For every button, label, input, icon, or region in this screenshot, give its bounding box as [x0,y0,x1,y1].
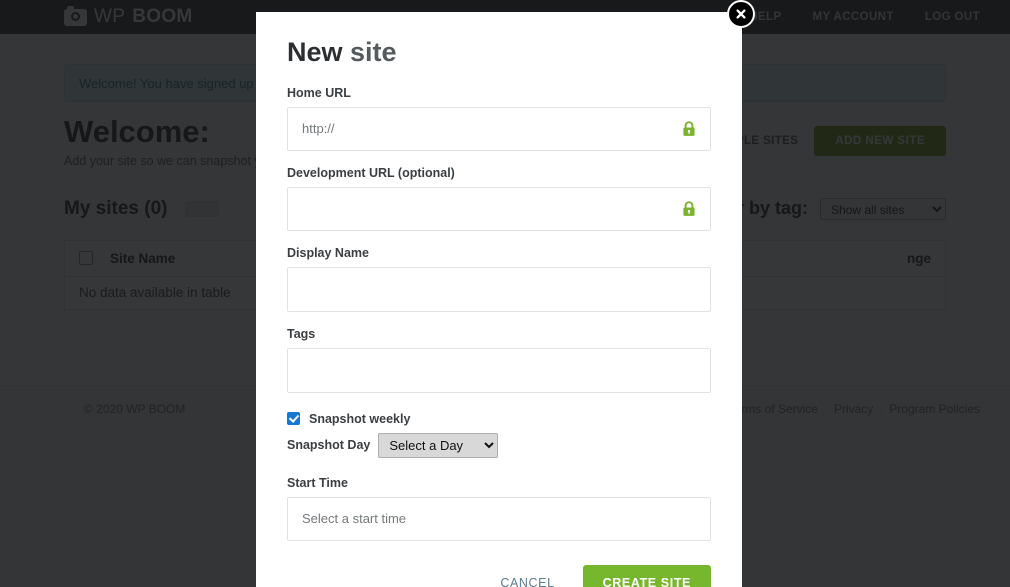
modal-title-rest: site [342,37,397,67]
input-wrap-display-name [287,266,711,312]
modal-title: New site [287,37,711,68]
field-home-url: Home URL [287,86,711,151]
lock-icon [681,200,697,217]
label-home-url: Home URL [287,85,351,100]
modal-actions: CANCEL CREATE SITE [287,564,711,587]
label-dev-url: Development URL (optional) [287,165,455,180]
display-name-input[interactable] [288,267,710,311]
modal-title-bold: New [287,37,343,67]
input-wrap-home-url [287,106,711,151]
snapshot-day-row: Snapshot Day Select a Day [287,432,711,458]
label-tags: Tags [287,326,316,341]
snapshot-weekly-checkbox[interactable] [287,412,300,426]
snapshot-weekly-label: Snapshot weekly [309,411,411,426]
field-dev-url: Development URL (optional) [287,166,711,231]
start-time-input[interactable] [288,497,710,540]
close-icon [734,7,748,21]
screen: WP BOOM HELP MY ACCOUNT LOG OUT Welcome!… [0,0,1010,587]
create-site-button[interactable]: CREATE SITE [582,564,711,587]
input-wrap-dev-url [287,186,711,231]
snapshot-weekly-row[interactable]: Snapshot weekly [287,412,711,426]
new-site-modal: New site Home URL Development URL (optio… [256,12,742,587]
cancel-button[interactable]: CANCEL [494,575,560,587]
tags-input[interactable] [288,348,710,392]
field-start-time: Start Time [287,476,711,541]
input-wrap-tags [287,347,711,393]
close-modal-button[interactable] [727,0,755,28]
lock-icon [681,120,697,137]
label-display-name: Display Name [287,245,369,260]
snapshot-day-label: Snapshot Day [287,438,371,453]
dev-url-input[interactable] [288,187,710,230]
home-url-input[interactable] [288,107,710,150]
input-wrap-start-time [287,496,711,541]
field-display-name: Display Name [287,246,711,312]
field-tags: Tags [287,327,711,393]
label-start-time: Start Time [287,475,348,490]
snapshot-day-select[interactable]: Select a Day [378,432,499,458]
